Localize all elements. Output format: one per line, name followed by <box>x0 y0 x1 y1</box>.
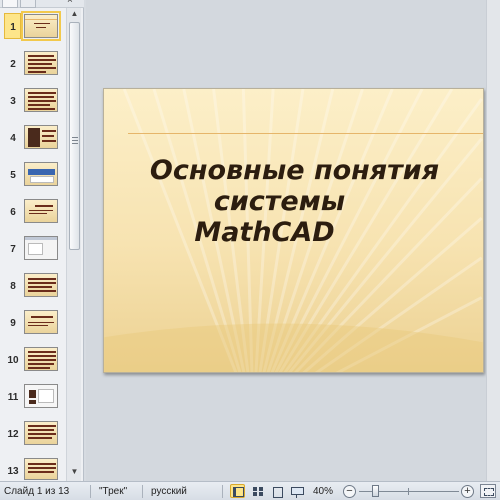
slide-sorter-icon[interactable] <box>250 484 265 498</box>
selection-marker: 1 <box>4 13 21 39</box>
slide-divider-line <box>128 133 483 134</box>
selection-marker: 2 <box>4 50 21 76</box>
selection-marker: 8 <box>4 272 21 298</box>
selection-marker: 10 <box>4 346 21 372</box>
slide-editor[interactable]: Основные понятия системы MathCAD <box>86 0 500 481</box>
slide-number: 10 <box>7 355 19 366</box>
thumbnail-slide-12[interactable]: 12 <box>0 417 64 449</box>
slide-number: 12 <box>7 429 19 440</box>
slide-number: 2 <box>10 59 16 70</box>
fit-to-window-icon[interactable] <box>480 484 496 498</box>
slide-number: 3 <box>10 96 16 107</box>
language-indicator[interactable]: русский <box>151 486 187 497</box>
scroll-thumb[interactable] <box>69 22 80 250</box>
close-icon[interactable]: × <box>67 0 73 6</box>
thumbnail-slide-11[interactable]: 11 <box>0 380 64 412</box>
slides-thumbnail-pane: × 1 2 3 4 5 6 7 8 9 10 11 12 13 ▲ ▼ <box>0 0 84 481</box>
slide-number: 8 <box>10 281 16 292</box>
slide-title-line: MathCAD <box>194 217 335 248</box>
thumbnail-slide-2[interactable]: 2 <box>0 47 64 79</box>
slide-show-icon[interactable] <box>289 484 304 498</box>
slide-preview <box>24 199 58 223</box>
current-slide[interactable]: Основные понятия системы MathCAD <box>103 88 484 373</box>
slide-preview <box>21 11 61 41</box>
slide-number: 9 <box>10 318 16 329</box>
tab-outline[interactable] <box>20 0 36 8</box>
slide-preview <box>24 236 58 260</box>
theme-name[interactable]: "Трек" <box>99 486 127 497</box>
slide-number: 5 <box>10 170 16 181</box>
thumbnail-slide-1[interactable]: 1 <box>0 10 64 42</box>
selection-marker: 7 <box>4 235 21 261</box>
thumbnail-slide-3[interactable]: 3 <box>0 84 64 116</box>
pane-tabs: × <box>0 0 84 8</box>
selection-marker: 13 <box>4 457 21 483</box>
thumbnail-slide-5[interactable]: 5 <box>0 158 64 190</box>
thumbnail-slide-4[interactable]: 4 <box>0 121 64 153</box>
slide-preview <box>24 347 58 371</box>
slide-title-line: Основные понятия <box>149 155 440 186</box>
slide-title[interactable]: Основные понятия системы MathCAD <box>104 155 483 248</box>
slide-number: 1 <box>10 22 16 33</box>
slide-number: 11 <box>7 392 19 403</box>
slide-counter: Слайд 1 из 13 <box>4 486 70 497</box>
slide-preview <box>24 51 58 75</box>
zoom-slider-thumb[interactable] <box>372 485 379 497</box>
selection-marker: 9 <box>4 309 21 335</box>
slide-preview <box>24 421 58 445</box>
tab-slides[interactable] <box>2 0 18 8</box>
slide-preview <box>24 310 58 334</box>
selection-marker: 6 <box>4 198 21 224</box>
thumbnail-slide-8[interactable]: 8 <box>0 269 64 301</box>
selection-marker: 11 <box>4 383 21 409</box>
selection-marker: 12 <box>4 420 21 446</box>
slide-preview <box>24 273 58 297</box>
reading-view-icon[interactable] <box>270 484 285 498</box>
thumbnail-scrollbar[interactable]: ▲ ▼ <box>66 8 81 481</box>
arrow-down-icon[interactable]: ▼ <box>67 466 82 478</box>
selection-marker: 4 <box>4 124 21 150</box>
thumbnail-slide-10[interactable]: 10 <box>0 343 64 375</box>
slide-number: 6 <box>10 207 16 218</box>
arrow-up-icon[interactable]: ▲ <box>67 8 82 20</box>
slide-preview <box>24 384 58 408</box>
normal-view-icon[interactable] <box>230 484 245 498</box>
selection-marker: 5 <box>4 161 21 187</box>
editor-scrollbar[interactable] <box>486 0 500 481</box>
slide-preview <box>24 458 58 480</box>
slide-number: 13 <box>7 466 19 477</box>
thumbnail-slide-9[interactable]: 9 <box>0 306 64 338</box>
zoom-slider-midmark <box>408 488 409 495</box>
thumbnail-slide-6[interactable]: 6 <box>0 195 64 227</box>
thumbnail-slide-7[interactable]: 7 <box>0 232 64 264</box>
slide-number: 4 <box>10 133 16 144</box>
slide-preview <box>24 162 58 186</box>
status-bar: Слайд 1 из 13 "Трек" русский 40% − + <box>0 481 500 500</box>
slide-number: 7 <box>10 244 16 255</box>
slide-preview <box>24 88 58 112</box>
grip-icon <box>72 137 78 144</box>
slide-title-line: системы <box>213 186 346 217</box>
zoom-out-button[interactable]: − <box>343 485 356 498</box>
slide-preview <box>24 125 58 149</box>
zoom-in-button[interactable]: + <box>461 485 474 498</box>
zoom-level[interactable]: 40% <box>313 486 333 497</box>
selection-marker: 3 <box>4 87 21 113</box>
